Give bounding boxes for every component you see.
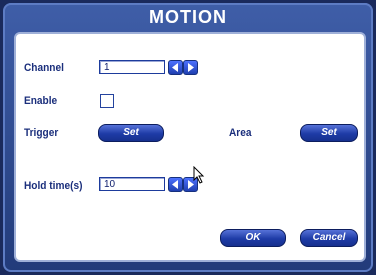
- cancel-button[interactable]: Cancel: [300, 229, 358, 247]
- ok-button[interactable]: OK: [220, 229, 286, 247]
- channel-field[interactable]: 1: [99, 60, 165, 74]
- hold-time-field[interactable]: 10: [99, 177, 165, 191]
- arrow-right-icon: [188, 63, 194, 72]
- enable-checkbox[interactable]: [100, 94, 114, 108]
- area-label: Area: [229, 127, 252, 139]
- arrow-left-icon: [172, 63, 178, 72]
- dialog-title: MOTION: [149, 7, 227, 27]
- area-set-button[interactable]: Set: [300, 124, 358, 142]
- hold-time-prev-button[interactable]: [168, 177, 183, 192]
- channel-prev-button[interactable]: [168, 60, 183, 75]
- enable-label: Enable: [24, 95, 58, 107]
- arrow-left-icon: [172, 180, 178, 189]
- mouse-cursor-icon: [193, 166, 205, 184]
- channel-label: Channel: [24, 62, 64, 74]
- channel-next-button[interactable]: [183, 60, 198, 75]
- trigger-set-button[interactable]: Set: [98, 124, 164, 142]
- hold-time-label: Hold time(s): [24, 180, 83, 192]
- trigger-label: Trigger: [24, 127, 59, 139]
- motion-settings-panel: Channel 1 Enable Trigger Set Area Set Ho…: [14, 32, 366, 262]
